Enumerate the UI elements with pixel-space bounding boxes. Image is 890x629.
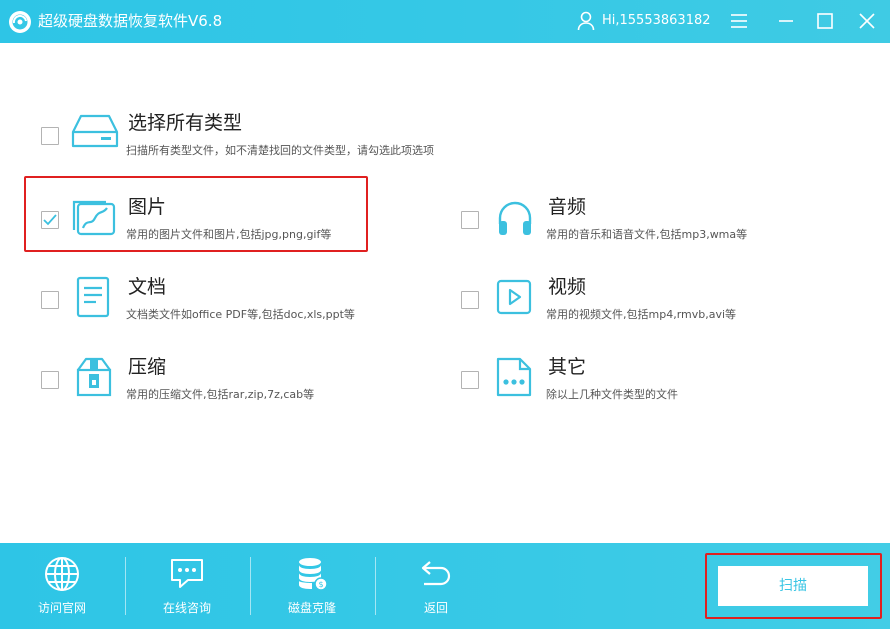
archive-icon: [76, 357, 112, 397]
user-account-label[interactable]: Hi,15553863182: [602, 13, 711, 29]
hard-drive-icon: [71, 114, 119, 148]
back-button[interactable]: 返回: [386, 543, 486, 629]
online-consult-button[interactable]: 在线咨询: [137, 543, 237, 629]
audio-desc: 常用的音乐和语音文件,包括mp3,wma等: [546, 228, 748, 241]
all-types-title: 选择所有类型: [128, 112, 243, 134]
toolbar-divider: [250, 557, 251, 615]
back-arrow-icon: [421, 561, 451, 586]
other-file-icon: [496, 357, 532, 397]
document-checkbox[interactable]: [41, 291, 59, 309]
option-video[interactable]: 视频 常用的视频文件,包括mp4,rmvb,avi等: [461, 274, 801, 334]
headphones-icon: [498, 201, 532, 235]
audio-checkbox[interactable]: [461, 211, 479, 229]
app-logo-icon: [9, 11, 31, 33]
minimize-button[interactable]: [776, 11, 796, 31]
title-bar: 超级硬盘数据恢复软件V6.8 Hi,15553863182: [0, 0, 890, 43]
other-desc: 除以上几种文件类型的文件: [546, 388, 678, 401]
maximize-button[interactable]: [815, 11, 835, 31]
close-icon: [859, 13, 875, 29]
disk-clone-button[interactable]: $ 磁盘克隆: [262, 543, 362, 629]
other-checkbox[interactable]: [461, 371, 479, 389]
visit-site-label: 访问官网: [37, 601, 86, 615]
visit-site-button[interactable]: 访问官网: [12, 543, 112, 629]
menu-button[interactable]: [729, 11, 749, 31]
option-document[interactable]: 文档 文档类文件如office PDF等,包括doc,xls,ppt等: [41, 274, 381, 334]
document-icon: [76, 276, 110, 318]
archive-title: 压缩: [128, 356, 167, 378]
back-label: 返回: [423, 601, 448, 615]
user-icon[interactable]: [577, 11, 595, 31]
audio-title: 音频: [548, 196, 587, 218]
video-checkbox[interactable]: [461, 291, 479, 309]
option-archive[interactable]: 压缩 常用的压缩文件,包括rar,zip,7z,cab等: [41, 354, 381, 414]
document-title: 文档: [128, 276, 167, 298]
menu-icon: [731, 14, 747, 28]
all-types-desc: 扫描所有类型文件，如不清楚找回的文件类型，请勾选此项选项: [126, 144, 434, 157]
option-all-types[interactable]: 选择所有类型 扫描所有类型文件，如不清楚找回的文件类型，请勾选此项选项: [41, 110, 501, 170]
chat-icon: [171, 559, 203, 588]
video-title: 视频: [548, 276, 587, 298]
image-option-highlight: [24, 176, 368, 252]
option-audio[interactable]: 音频 常用的音乐和语音文件,包括mp3,wma等: [461, 194, 801, 254]
all-types-checkbox[interactable]: [41, 127, 59, 145]
archive-desc: 常用的压缩文件,包括rar,zip,7z,cab等: [126, 388, 315, 401]
toolbar-divider: [125, 557, 126, 615]
svg-text:$: $: [318, 580, 323, 589]
video-icon: [496, 279, 532, 315]
scan-button-highlight: [705, 553, 882, 619]
video-desc: 常用的视频文件,包括mp4,rmvb,avi等: [546, 308, 737, 321]
close-button[interactable]: [857, 11, 877, 31]
online-consult-label: 在线咨询: [162, 601, 211, 615]
archive-checkbox[interactable]: [41, 371, 59, 389]
globe-icon: [45, 557, 79, 591]
toolbar-divider: [375, 557, 376, 615]
disk-clone-label: 磁盘克隆: [287, 601, 336, 615]
option-other[interactable]: 其它 除以上几种文件类型的文件: [461, 354, 801, 414]
database-icon: $: [299, 558, 328, 591]
other-title: 其它: [548, 356, 587, 378]
maximize-icon: [817, 13, 833, 29]
minimize-icon: [779, 20, 793, 22]
document-desc: 文档类文件如office PDF等,包括doc,xls,ppt等: [126, 308, 355, 321]
app-title: 超级硬盘数据恢复软件V6.8: [38, 12, 223, 30]
